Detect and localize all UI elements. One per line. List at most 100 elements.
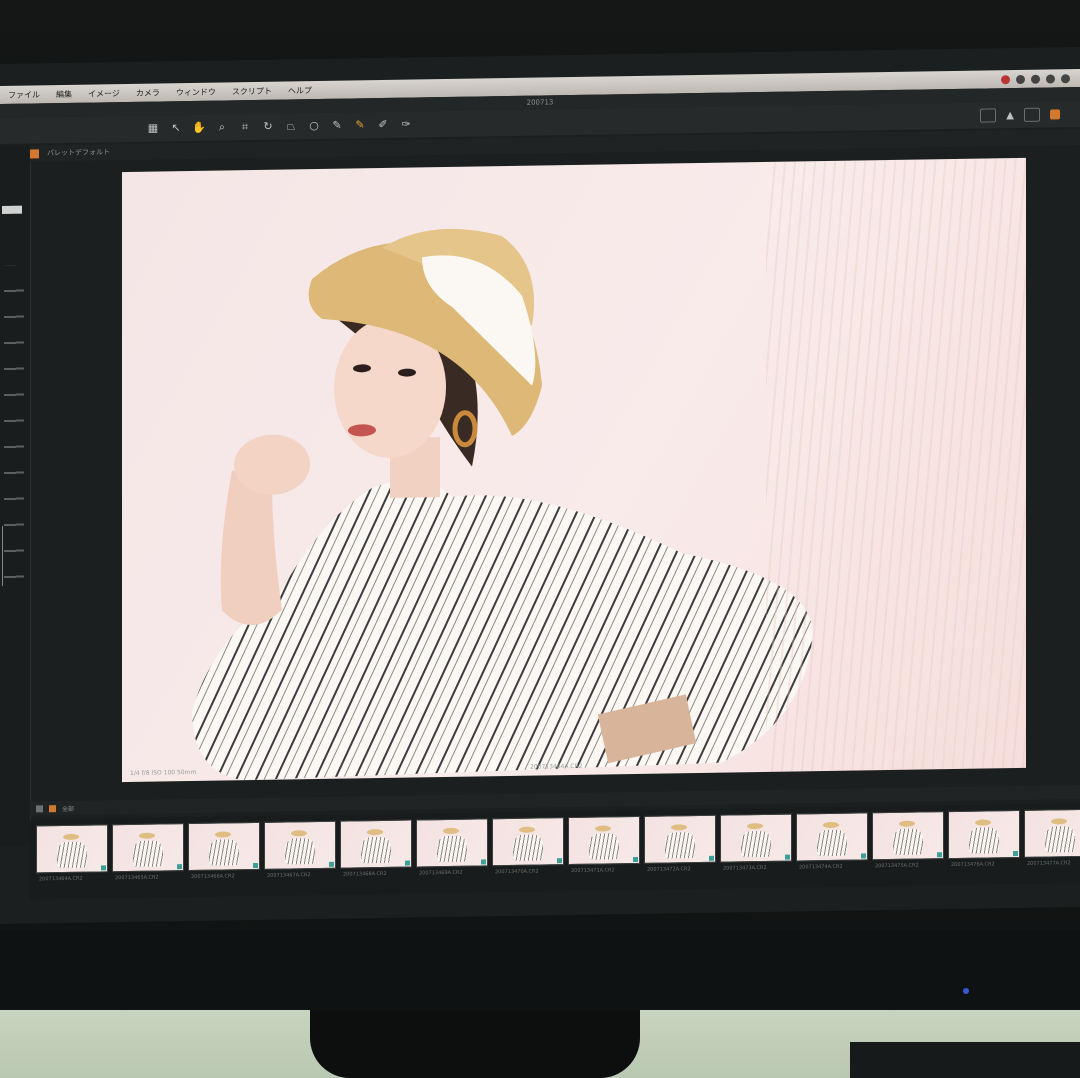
- blouse-shape: [192, 479, 813, 781]
- brush-icon[interactable]: ✎: [330, 119, 344, 133]
- filmstrip-thumbnail[interactable]: 200713473A.CR2: [720, 813, 792, 872]
- filmstrip-thumbnail[interactable]: 200713465A.CR2: [112, 823, 184, 881]
- tool-tab-panel: [0, 145, 31, 847]
- thumb-figure: [969, 827, 999, 854]
- thumbnail-label: 200713471A.CR2: [571, 867, 615, 875]
- filmstrip-thumbnail[interactable]: 200713475A.CR2: [872, 811, 944, 869]
- histogram-graph: [2, 525, 27, 586]
- thumb-hat: [63, 833, 79, 841]
- thumb-badge-icon: [937, 852, 942, 858]
- thumbnail-label: 200713476A.CR2: [951, 861, 995, 869]
- thumbnail-label: 200713465A.CR2: [115, 874, 159, 882]
- thumb-hat: [519, 826, 535, 833]
- grid-icon[interactable]: ▦: [146, 121, 160, 135]
- filmstrip-thumbnail[interactable]: 200713472A.CR2: [644, 814, 716, 873]
- thumbnail-label: 200713467A.CR2: [267, 872, 311, 879]
- status-clock-icon[interactable]: [1061, 73, 1070, 83]
- filmstrip-thumbnail[interactable]: 200713474A.CR2: [796, 812, 868, 870]
- thumb-badge-icon: [1013, 851, 1018, 857]
- menu-edit[interactable]: 編集: [48, 88, 80, 100]
- thumbnail-label: 200713468A.CR2: [343, 870, 387, 878]
- menu-image[interactable]: イメージ: [80, 87, 128, 99]
- thumb-badge-icon: [557, 858, 562, 864]
- gradient-icon[interactable]: ✐: [376, 118, 390, 132]
- filmstrip-thumbnail[interactable]: 200713464A.CR2: [36, 824, 108, 882]
- status-volume-icon[interactable]: [1031, 74, 1040, 84]
- desk-object: [850, 1042, 1080, 1078]
- pan-icon[interactable]: ✋: [192, 121, 206, 135]
- zoom-icon[interactable]: ⌕: [215, 120, 229, 134]
- proof-icon[interactable]: [1024, 107, 1040, 122]
- thumb-hat: [595, 825, 611, 832]
- image-filename: 200713464A.CR2: [530, 762, 583, 771]
- thumb-badge-icon: [481, 859, 486, 865]
- compare-icon[interactable]: [980, 108, 997, 123]
- status-cloud-icon[interactable]: [1016, 74, 1025, 84]
- filmstrip-thumbnail[interactable]: 200713468A.CR2: [340, 819, 412, 878]
- thumbnail-label: 200713464A.CR2: [39, 875, 83, 883]
- filmstrip-thumbnail[interactable]: 200713476A.CR2: [948, 809, 1020, 868]
- thumb-hat: [671, 824, 687, 831]
- menu-file[interactable]: ファイル: [0, 89, 48, 101]
- thumb-figure: [665, 832, 695, 859]
- thumbnail-label: 200713475A.CR2: [875, 862, 919, 870]
- monitor-chin: [0, 930, 1080, 1010]
- warning-icon[interactable]: ▲: [1006, 110, 1014, 121]
- thumbnail-label: 200713472A.CR2: [647, 866, 691, 873]
- thumb-figure: [589, 833, 619, 860]
- window-title-text: 200713: [526, 98, 554, 107]
- thumb-figure: [1045, 826, 1075, 853]
- menu-window[interactable]: ウィンドウ: [168, 86, 224, 98]
- image-viewer[interactable]: [122, 157, 1026, 783]
- rotate-icon[interactable]: ↻: [261, 120, 275, 134]
- keystone-icon[interactable]: ⏢: [284, 119, 298, 133]
- photo-canvas: [192, 228, 813, 781]
- crop-icon[interactable]: ⌗: [238, 120, 252, 134]
- menu-help[interactable]: ヘルプ: [280, 84, 320, 96]
- thumb-badge-icon: [329, 861, 334, 867]
- browser-view-icon[interactable]: [36, 804, 43, 812]
- thumb-figure: [513, 834, 543, 861]
- filmstrip-thumbnail[interactable]: 200713467A.CR2: [264, 820, 336, 879]
- status-wifi-icon[interactable]: [1046, 73, 1055, 84]
- thumb-figure: [893, 828, 923, 855]
- spot-icon[interactable]: ○: [307, 119, 321, 133]
- filmstrip: 200713464A.CR2 200713465A.CR2 200713466A.C…: [30, 803, 1080, 900]
- thumbnail-label: 200713473A.CR2: [723, 864, 767, 872]
- thumbnail-label: 200713474A.CR2: [799, 863, 843, 871]
- thumb-hat: [139, 832, 155, 839]
- thumb-badge-icon: [709, 855, 714, 861]
- export-icon[interactable]: [1050, 109, 1060, 120]
- filmstrip-thumbnail[interactable]: 200713466A.CR2: [188, 821, 260, 880]
- panel-slider[interactable]: [2, 205, 22, 214]
- menu-script[interactable]: スクリプト: [224, 85, 280, 97]
- viewer-tab-label[interactable]: パレットデフォルト: [47, 147, 110, 158]
- picker-icon[interactable]: ✑: [399, 118, 413, 132]
- menubar-status-area: [1001, 73, 1080, 84]
- thumb-hat: [899, 820, 915, 827]
- status-app-icon[interactable]: [1001, 74, 1010, 84]
- thumb-figure: [209, 839, 239, 866]
- browser-filter-icon[interactable]: [49, 804, 56, 812]
- thumbnail-label: 200713466A.CR2: [191, 873, 235, 880]
- menu-camera[interactable]: カメラ: [128, 87, 168, 99]
- thumb-figure: [57, 841, 87, 869]
- filmstrip-thumbnail[interactable]: 200713471A.CR2: [568, 815, 640, 874]
- image-meta: 1/4 f/8 ISO 100 50mm: [130, 768, 197, 777]
- thumb-badge-icon: [101, 865, 106, 871]
- power-led-icon: [963, 988, 969, 994]
- eraser-icon[interactable]: ✎: [353, 118, 367, 132]
- thumb-hat: [443, 827, 459, 835]
- tool-group: ▦ ↖ ✋ ⌕ ⌗ ↻ ⏢ ○ ✎ ✎ ✐ ✑: [146, 118, 413, 136]
- thumb-badge-icon: [633, 856, 638, 863]
- thumbnail-label: 200713470A.CR2: [495, 868, 539, 876]
- filmstrip-thumbnail[interactable]: 200713470A.CR2: [492, 817, 564, 875]
- thumb-badge-icon: [405, 860, 410, 866]
- hand-shape: [234, 434, 310, 495]
- thumb-hat: [291, 830, 307, 837]
- viewer-tab-icon[interactable]: [30, 148, 39, 159]
- pointer-icon[interactable]: ↖: [169, 121, 183, 135]
- filmstrip-thumbnail[interactable]: 200713469A.CR2: [416, 818, 488, 876]
- thumb-badge-icon: [253, 862, 258, 869]
- filmstrip-thumbnail[interactable]: 200713477A.CR2: [1024, 808, 1080, 867]
